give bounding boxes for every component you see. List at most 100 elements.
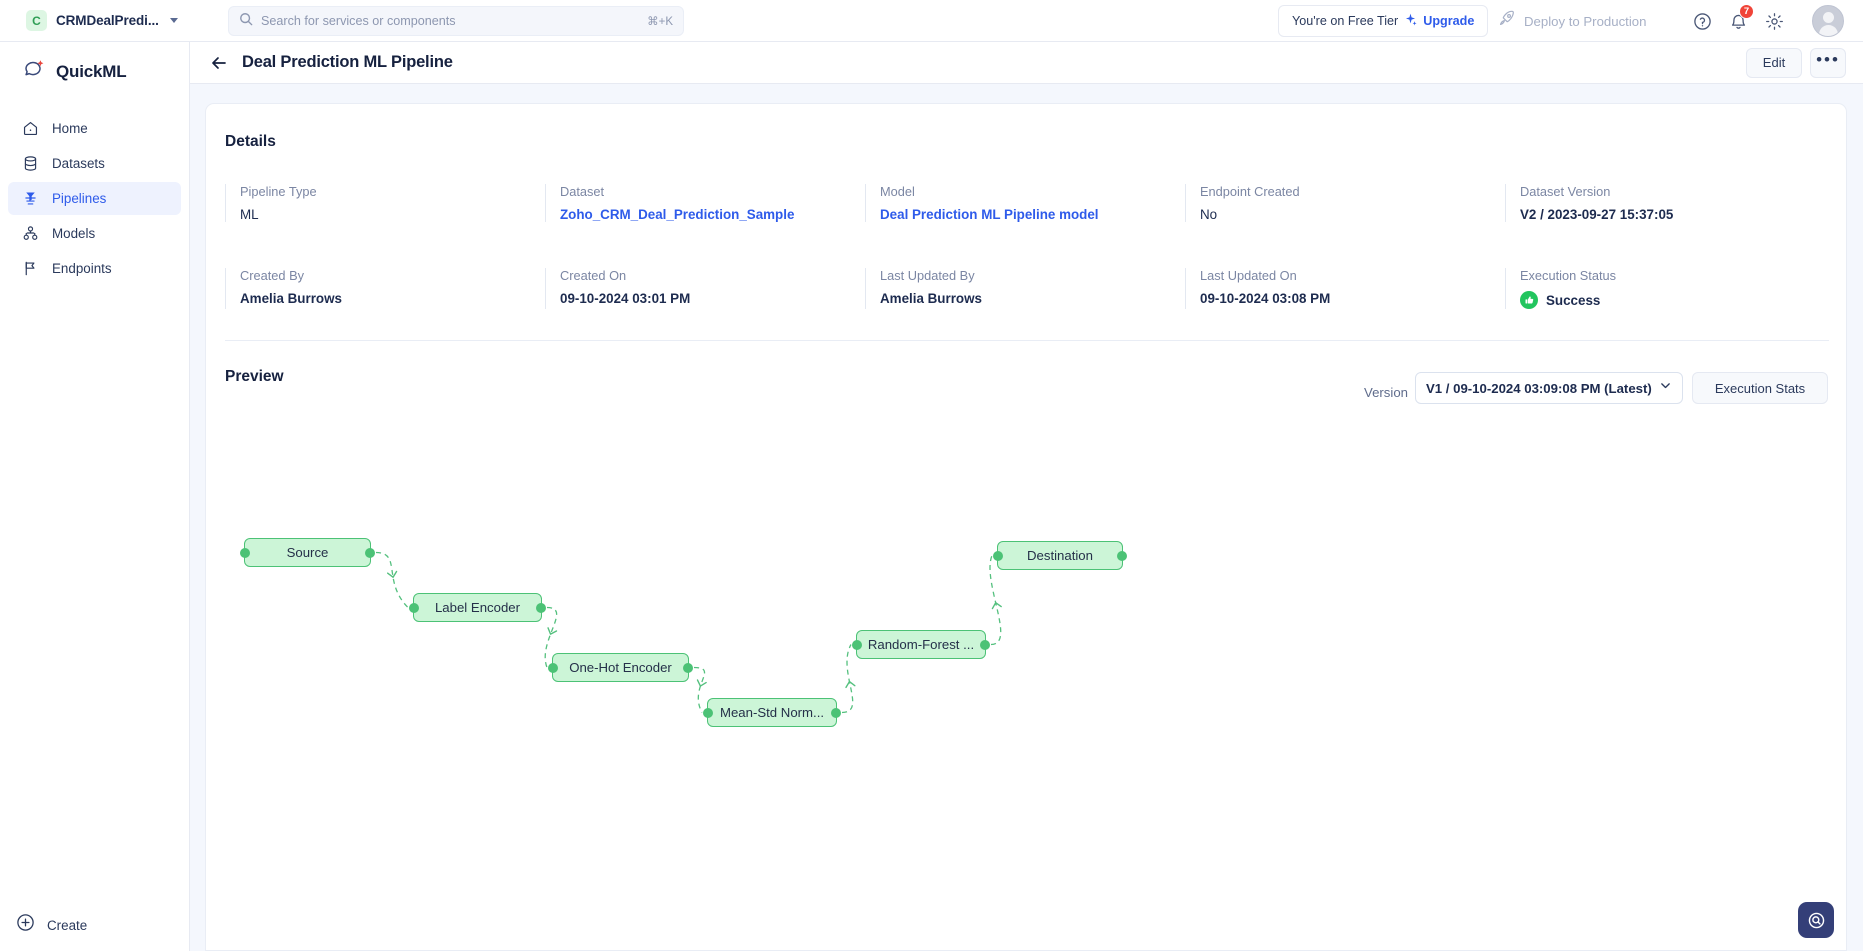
brand-logo[interactable]: QuickML: [22, 56, 189, 88]
pipeline-node-rf[interactable]: Random-Forest ...: [852, 630, 990, 659]
execution-stats-button[interactable]: Execution Stats: [1692, 372, 1828, 404]
brand-name: QuickML: [56, 62, 127, 81]
more-options-button[interactable]: •••: [1810, 47, 1846, 78]
pipeline-port-in[interactable]: [548, 662, 558, 673]
back-arrow-icon[interactable]: [208, 52, 230, 74]
pipeline-port-out[interactable]: [980, 639, 990, 650]
page-title: Deal Prediction ML Pipeline: [242, 53, 453, 71]
rocket-icon: [1498, 10, 1515, 32]
pipeline-node-label: One-Hot Encoder: [569, 660, 672, 675]
pipeline-port-in[interactable]: [240, 547, 250, 558]
create-label: Create: [47, 917, 88, 933]
sidebar-item-models[interactable]: Models: [8, 217, 181, 250]
detail-label: Pipeline Type: [240, 184, 317, 199]
sidebar-item-endpoints[interactable]: Endpoints: [8, 252, 181, 285]
deploy-to-production-button[interactable]: Deploy to Production: [1498, 10, 1646, 32]
avatar-head: [1822, 12, 1834, 23]
status-label: Success: [1546, 292, 1601, 308]
pipeline-canvas[interactable]: Source Label Encoder One-Hot Encoder Mean-S…: [206, 414, 1846, 951]
detail-value: Amelia Burrows: [880, 291, 982, 306]
pipeline-node-destination[interactable]: Destination: [993, 541, 1127, 570]
detail-label: Last Updated By: [880, 268, 975, 283]
search-input[interactable]: Search for services or components ⌘+K: [228, 6, 684, 36]
flag-icon: [22, 260, 39, 277]
edit-button[interactable]: Edit: [1746, 47, 1802, 78]
org-name: CRMDealPredi...: [56, 13, 159, 28]
version-selected-value: V1 / 09-10-2024 03:09:08 PM (Latest): [1426, 380, 1652, 396]
detail-value: Amelia Burrows: [240, 291, 342, 306]
database-icon: [22, 155, 39, 172]
home-icon: [22, 120, 39, 137]
pipeline-port-out[interactable]: [831, 707, 841, 718]
pipeline-node-label: Source: [286, 545, 329, 560]
status-badge: Success: [1520, 291, 1825, 309]
free-tier-upgrade-pill[interactable]: You're on Free Tier Upgrade: [1278, 5, 1489, 37]
pipeline-node-label: Label Encoder: [434, 600, 521, 615]
pipeline-icon: [22, 190, 39, 207]
sidebar-item-home[interactable]: Home: [8, 112, 181, 145]
detail-pipeline-type: Pipeline Type ML: [225, 184, 545, 222]
pipeline-node-onehot-enc[interactable]: One-Hot Encoder: [548, 653, 693, 682]
help-icon[interactable]: [1690, 9, 1714, 33]
org-switcher[interactable]: C CRMDealPredi...: [22, 6, 182, 36]
detail-endpoint-created: Endpoint Created No: [1185, 184, 1505, 222]
search-icon: [239, 12, 253, 31]
org-avatar: C: [26, 10, 47, 31]
pipeline-port-in[interactable]: [409, 602, 419, 613]
pipeline-port-in[interactable]: [852, 639, 862, 650]
pipeline-port-out[interactable]: [1117, 550, 1127, 561]
detail-value: No: [1200, 207, 1218, 222]
create-button[interactable]: Create: [16, 913, 87, 937]
search-placeholder: Search for services or components: [261, 14, 456, 28]
pipeline-node-source[interactable]: Source: [240, 538, 375, 567]
content-area: Details Pipeline Type ML Dataset Zoho_CR…: [190, 84, 1863, 951]
pipeline-port-in[interactable]: [703, 707, 713, 718]
zoom-controls-fab[interactable]: [1798, 902, 1834, 938]
pipeline-node-label: Random-Forest ...: [867, 637, 975, 652]
detail-label: Endpoint Created: [1200, 184, 1300, 199]
model-link[interactable]: Deal Prediction ML Pipeline model: [880, 207, 1185, 222]
page-header: Deal Prediction ML Pipeline Edit •••: [190, 42, 1863, 84]
detail-value: V2 / 2023-09-27 15:37:05: [1520, 207, 1674, 222]
sidebar-item-label: Endpoints: [52, 261, 112, 276]
details-section-title: Details: [225, 133, 276, 150]
deploy-label: Deploy to Production: [1524, 13, 1647, 29]
pipeline-port-out[interactable]: [683, 662, 693, 673]
sidebar-nav: Home Datasets Pipelines Models Endpoints: [0, 112, 189, 285]
version-label: Version: [1364, 385, 1408, 400]
upgrade-link[interactable]: Upgrade: [1423, 14, 1474, 28]
details-row-2: Created By Amelia Burrows Created On 09-…: [225, 268, 1825, 309]
notification-badge: 7: [1739, 4, 1754, 19]
pipeline-port-in[interactable]: [993, 550, 1003, 561]
detail-label: Created On: [560, 268, 627, 283]
thumbs-up-icon: [1520, 291, 1538, 309]
detail-value: 09-10-2024 03:01 PM: [560, 291, 691, 306]
pipeline-port-out[interactable]: [365, 547, 375, 558]
details-row-1: Pipeline Type ML Dataset Zoho_CRM_Deal_P…: [225, 184, 1825, 222]
pipeline-edge-arrow: [845, 680, 856, 689]
pipeline-node-meanstd[interactable]: Mean-Std Norm...: [703, 698, 841, 727]
search-shortcut-hint: ⌘+K: [647, 16, 673, 28]
pipeline-node-label-enc[interactable]: Label Encoder: [409, 593, 546, 622]
dataset-link[interactable]: Zoho_CRM_Deal_Prediction_Sample: [560, 207, 865, 222]
avatar[interactable]: [1812, 5, 1844, 37]
detail-created-on: Created On 09-10-2024 03:01 PM: [545, 268, 865, 309]
detail-label: Model: [880, 184, 915, 199]
gear-icon[interactable]: [1762, 9, 1786, 33]
preview-section-title: Preview: [225, 368, 284, 385]
sidebar-item-label: Pipelines: [52, 191, 107, 206]
pipeline-edge: [841, 644, 854, 714]
version-select[interactable]: V1 / 09-10-2024 03:09:08 PM (Latest): [1415, 372, 1683, 404]
avatar-body: [1818, 25, 1838, 36]
pipeline-port-out[interactable]: [536, 602, 546, 613]
sidebar-item-label: Datasets: [52, 156, 105, 171]
detail-created-by: Created By Amelia Burrows: [225, 268, 545, 309]
detail-label: Dataset Version: [1520, 184, 1611, 199]
sidebar-item-datasets[interactable]: Datasets: [8, 147, 181, 180]
detail-execution-status: Execution Status Success: [1505, 268, 1825, 309]
detail-label: Last Updated On: [1200, 268, 1297, 283]
detail-dataset: Dataset Zoho_CRM_Deal_Prediction_Sample: [545, 184, 865, 222]
sparkle-icon: [1404, 13, 1417, 29]
pipeline-detail-card: Details Pipeline Type ML Dataset Zoho_CR…: [205, 103, 1847, 951]
sidebar-item-pipelines[interactable]: Pipelines: [8, 182, 181, 215]
